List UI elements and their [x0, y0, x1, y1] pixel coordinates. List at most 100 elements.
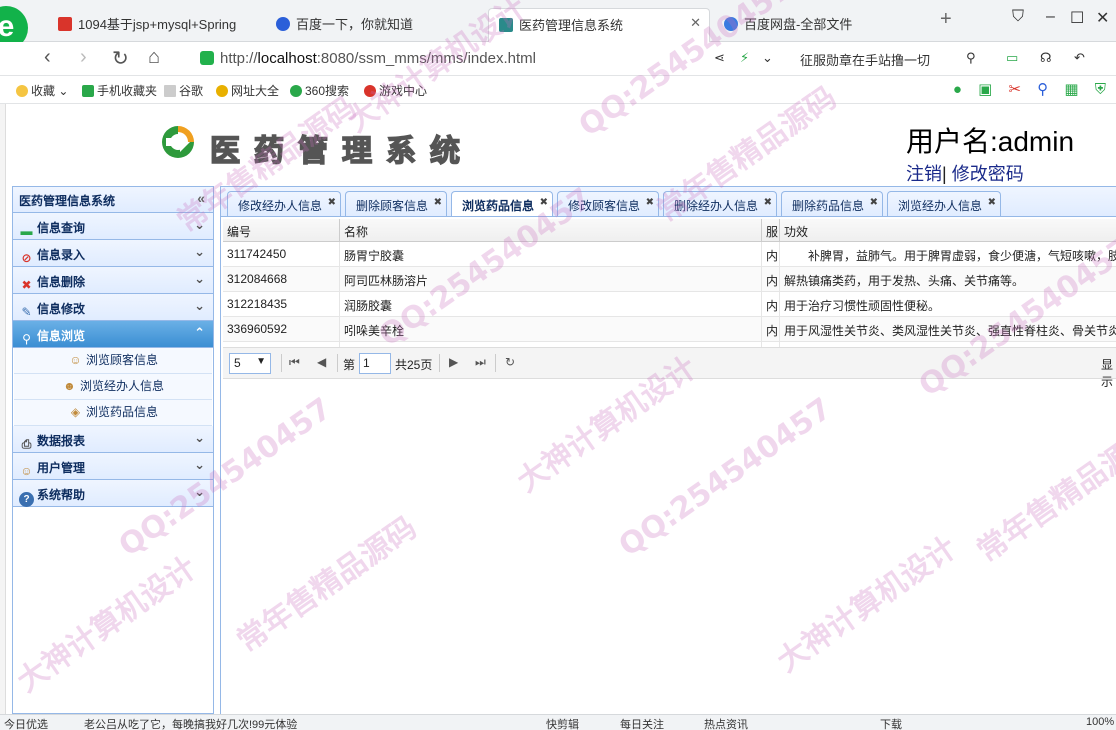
- sidebar-item-browse-medicines[interactable]: ◈ 浏览药品信息: [14, 400, 212, 426]
- undo-icon[interactable]: ↶: [1074, 50, 1085, 66]
- last-page-icon[interactable]: ⏭: [475, 355, 486, 370]
- column-header-effect[interactable]: 功效: [780, 219, 1116, 241]
- expand-chevron-icon[interactable]: ⌄: [194, 484, 205, 500]
- collapse-chevron-icon[interactable]: ⌃: [194, 325, 205, 341]
- search-icon[interactable]: ⚲: [966, 50, 976, 66]
- close-tab-icon[interactable]: ✖: [540, 197, 548, 208]
- sidebar-section-reports[interactable]: ⎙ 数据报表 ⌄: [13, 426, 213, 453]
- page-size-select[interactable]: 5 ▼: [229, 353, 271, 374]
- change-password-link[interactable]: 修改密码: [952, 164, 1024, 184]
- expand-chevron-icon[interactable]: ⌄: [194, 457, 205, 473]
- browser-tab-3-active[interactable]: 医药管理信息系统 ✕: [488, 8, 710, 42]
- bookmark-mobile[interactable]: 手机收藏夹: [82, 82, 157, 99]
- maximize-icon[interactable]: ☐: [1070, 8, 1084, 28]
- close-window-icon[interactable]: ✕: [1096, 8, 1109, 28]
- sidebar-item-browse-agents[interactable]: ☻ 浏览经办人信息: [14, 374, 212, 400]
- magnifier-icon[interactable]: ⚲: [1037, 81, 1048, 98]
- collapse-sidebar-icon[interactable]: «: [197, 190, 205, 206]
- prev-page-icon[interactable]: ◀: [317, 355, 326, 369]
- close-tab-icon[interactable]: ✖: [870, 197, 878, 208]
- column-header-id[interactable]: 编号: [223, 219, 340, 241]
- expand-chevron-icon[interactable]: ⌄: [194, 298, 205, 314]
- close-tab-icon[interactable]: ✖: [328, 197, 336, 208]
- sidebar-item-browse-customers[interactable]: ☺ 浏览顾客信息: [14, 348, 212, 374]
- medicine-icon: ◈: [70, 405, 81, 419]
- tab-delete-medicine[interactable]: 删除药品信息 ✖: [781, 191, 884, 216]
- close-tab-icon[interactable]: ✖: [764, 197, 772, 208]
- close-tab-icon[interactable]: ✖: [988, 197, 996, 208]
- current-page-input[interactable]: 1: [359, 353, 391, 374]
- sidebar-section-delete[interactable]: ✖ 信息删除 ⌄: [13, 267, 213, 294]
- next-page-icon[interactable]: ▶: [449, 355, 458, 369]
- tab-browse-agent[interactable]: 浏览经办人信息 ✖: [887, 191, 1002, 216]
- tab-delete-agent[interactable]: 删除经办人信息 ✖: [663, 191, 778, 216]
- sidebar-section-browse[interactable]: ⚲ 信息浏览 ⌃: [13, 321, 213, 348]
- sidebar-section-entry[interactable]: ⊘ 信息录入 ⌄: [13, 240, 213, 267]
- column-header-usage[interactable]: 服: [762, 219, 780, 241]
- shirt-skin-icon[interactable]: ⛉: [1012, 8, 1024, 26]
- gamepad-icon[interactable]: ▦: [1064, 81, 1078, 98]
- column-header-name[interactable]: 名称: [340, 219, 762, 241]
- expand-chevron-icon[interactable]: ⌄: [194, 244, 205, 260]
- back-icon[interactable]: ‹: [44, 46, 51, 69]
- status-item-news[interactable]: 热点资讯: [704, 716, 748, 730]
- sidebar-section-users[interactable]: ☺ 用户管理 ⌄: [13, 453, 213, 480]
- tab-delete-customer[interactable]: 删除顾客信息 ✖: [345, 191, 448, 216]
- tab-browse-medicine[interactable]: 浏览药品信息 ✖: [451, 191, 554, 216]
- delete-x-icon: ✖: [21, 278, 32, 292]
- table-row[interactable]: 312218435 润肠胶囊 内 用于治疗习惯性顽固性便秘。: [223, 292, 1116, 317]
- home-icon[interactable]: ⌂: [148, 46, 160, 69]
- table-row[interactable]: 312084668 阿司匹林肠溶片 内 解热镇痛类药，用于发热、头痛、关节痛等。: [223, 267, 1116, 292]
- status-item-ad[interactable]: 老公吕从吃了它，每晚搞我好几次!99元体验: [84, 716, 297, 730]
- close-tab-icon[interactable]: ✕: [690, 15, 701, 31]
- tab-edit-customer[interactable]: 修改顾客信息 ✖: [557, 191, 660, 216]
- status-item-daily[interactable]: 每日关注: [620, 716, 664, 730]
- refresh-icon[interactable]: ↻: [505, 355, 515, 369]
- browser-tab-2[interactable]: 百度一下，你就知道: [266, 8, 484, 42]
- browser-tab-1[interactable]: 1094基于jsp+mysql+Spring: [48, 8, 258, 42]
- reload-icon[interactable]: ↻: [112, 46, 129, 71]
- dropdown-icon[interactable]: ⌄: [762, 50, 773, 66]
- expand-chevron-icon[interactable]: ⌄: [194, 271, 205, 287]
- translate-icon[interactable]: ▣: [978, 81, 992, 98]
- address-bar: ‹ › ↻ ⌂ http://localhost:8080/ssm_mms/mm…: [0, 42, 1116, 76]
- page-icon: [164, 85, 176, 97]
- page-prefix-label: 第: [343, 358, 356, 372]
- shield-icon[interactable]: ⛨: [1095, 81, 1106, 98]
- forward-icon[interactable]: ›: [80, 46, 87, 69]
- bookmark-google[interactable]: 谷歌: [164, 82, 203, 99]
- zoom-level[interactable]: 100%: [1086, 716, 1114, 728]
- status-item-download[interactable]: 下载: [880, 716, 902, 730]
- scissors-icon[interactable]: ✂: [1008, 81, 1021, 98]
- flash-icon[interactable]: ⚡: [740, 50, 749, 66]
- minimize-icon[interactable]: –: [1046, 8, 1055, 26]
- grid-icon: ▬: [20, 224, 33, 238]
- table-row[interactable]: 336960592 吲哚美辛栓 内 用于风湿性关节炎、类风湿性关节炎、强直性脊柱…: [223, 317, 1116, 342]
- new-tab-icon[interactable]: +: [940, 8, 952, 31]
- url-input[interactable]: http://localhost:8080/ssm_mms/mms/index.…: [200, 46, 700, 72]
- sidebar-section-edit[interactable]: ✎ 信息修改 ⌄: [13, 294, 213, 321]
- expand-chevron-icon[interactable]: ⌄: [194, 430, 205, 446]
- tab-edit-agent[interactable]: 修改经办人信息 ✖: [227, 191, 342, 216]
- status-item-picks[interactable]: 今日优选: [4, 716, 48, 730]
- chat-icon[interactable]: ●: [953, 81, 962, 98]
- headphones-icon[interactable]: ☊: [1040, 50, 1052, 66]
- status-item-quickcut[interactable]: 快剪辑: [546, 716, 579, 730]
- expand-chevron-icon[interactable]: ⌄: [194, 217, 205, 233]
- search-hint-text[interactable]: 征服勋章在手站撸一切: [800, 50, 930, 69]
- sidebar-section-help[interactable]: ? 系统帮助 ⌄: [13, 480, 213, 507]
- first-page-icon[interactable]: ⏮: [289, 355, 300, 370]
- logout-link[interactable]: 注销: [906, 164, 942, 184]
- sidebar-section-query[interactable]: ▬ 信息查询 ⌄: [13, 213, 213, 240]
- close-tab-icon[interactable]: ✖: [434, 197, 442, 208]
- close-tab-icon[interactable]: ✖: [646, 197, 654, 208]
- cell-usage: 内: [762, 317, 780, 341]
- share-icon[interactable]: ⋖: [714, 50, 725, 66]
- browser-tab-4[interactable]: 百度网盘-全部文件: [714, 8, 924, 42]
- bookmark-hao123[interactable]: 网址大全: [216, 82, 279, 99]
- bookmark-favorites[interactable]: 收藏 ⌄: [16, 82, 68, 99]
- bookmark-games[interactable]: 游戏中心: [364, 82, 427, 99]
- table-row[interactable]: 311742450 肠胃宁胶囊 内 补脾胃，益肺气。用于脾胃虚弱，食少便溏，气短…: [223, 242, 1116, 267]
- battery-icon[interactable]: ▭: [1006, 50, 1018, 66]
- bookmark-360search[interactable]: 360搜索: [290, 82, 349, 99]
